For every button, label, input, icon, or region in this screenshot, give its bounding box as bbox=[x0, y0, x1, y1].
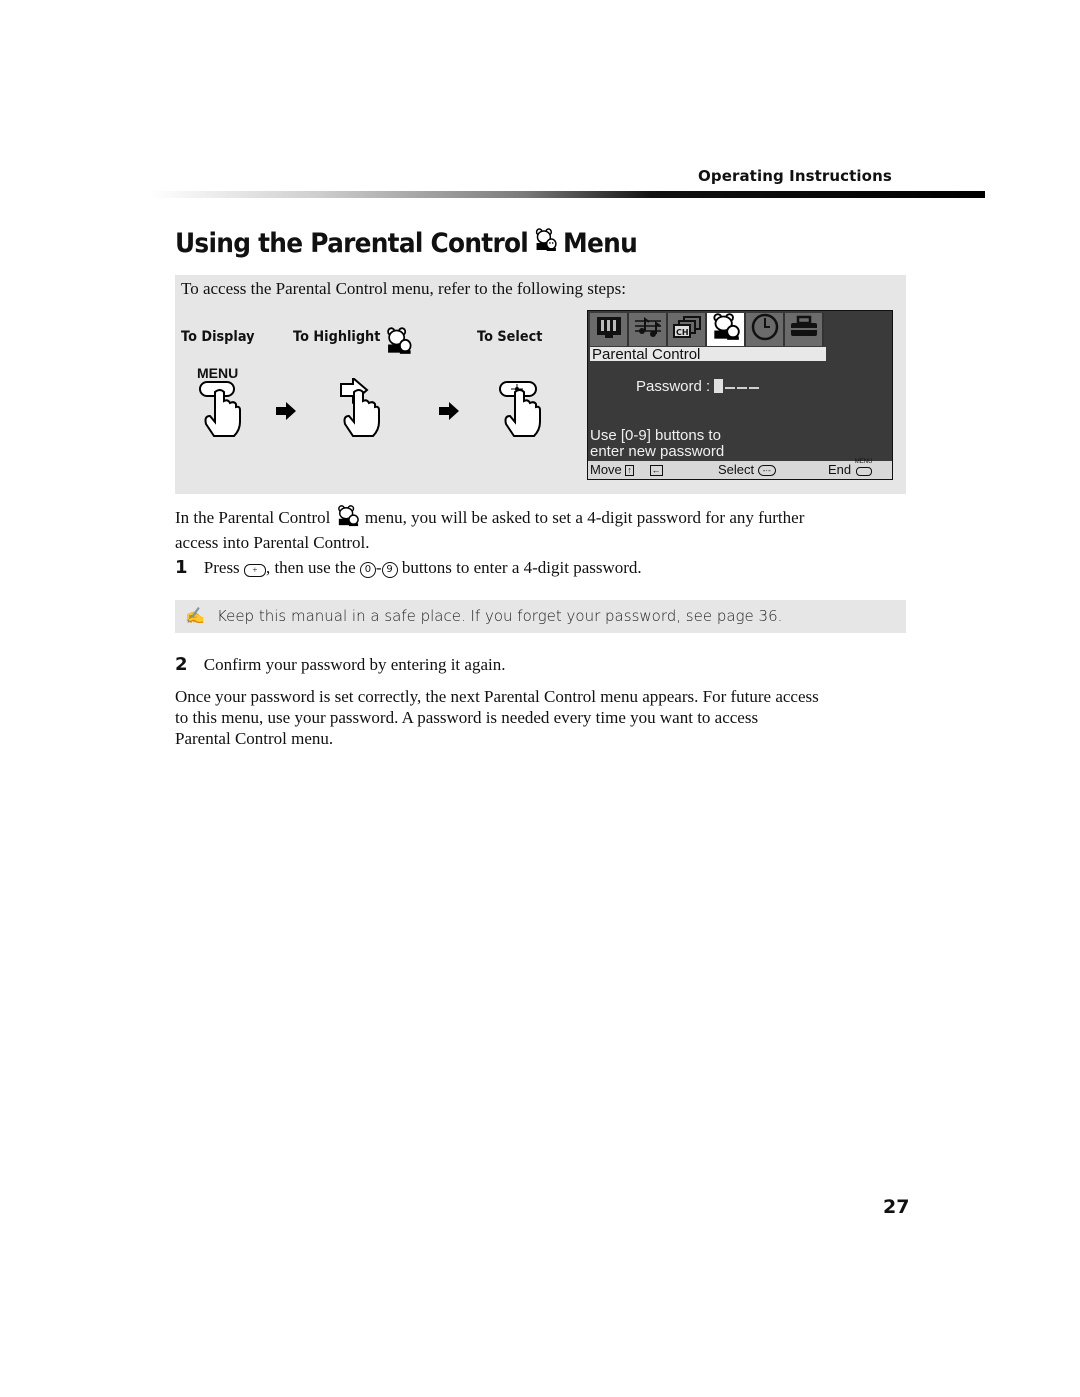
step-label-highlight: To Highlight bbox=[293, 327, 413, 359]
step-1: 1 Press +, then use the 0-9 buttons to e… bbox=[175, 557, 642, 578]
page-title: Using the Parental Control Menu bbox=[175, 228, 638, 259]
up-arrow-icon: ↑ bbox=[625, 465, 634, 476]
digit-9-button-icon: 9 bbox=[381, 562, 398, 578]
menu-button-icon: MENU bbox=[854, 459, 873, 477]
video-icon bbox=[595, 315, 623, 344]
page-number: 27 bbox=[883, 1196, 910, 1218]
menu-button-text: MENU bbox=[854, 459, 873, 465]
password-label: Password : bbox=[636, 378, 711, 395]
step1-text-c: buttons to enter a 4-digit password. bbox=[401, 558, 642, 577]
note-pencil-icon: ✍ bbox=[185, 608, 205, 625]
step-2: 2 Confirm your password by entering it a… bbox=[175, 654, 505, 675]
osd-tab-parental-control[interactable] bbox=[707, 313, 746, 346]
enter-button-icon: + bbox=[243, 564, 266, 577]
right-arrow-icon bbox=[276, 402, 296, 425]
channel-icon: CH bbox=[672, 315, 702, 344]
password-digit-slot bbox=[725, 387, 736, 389]
parental-control-icon bbox=[710, 313, 742, 346]
password-digit-slot bbox=[737, 387, 748, 389]
step-label-highlight-text: To Highlight bbox=[293, 329, 381, 345]
move-label: Move bbox=[590, 462, 622, 477]
osd-tab-timer[interactable] bbox=[746, 313, 785, 346]
osd-help-line1: Use [0-9] buttons to bbox=[590, 427, 721, 444]
osd-footer-select: Select -·- bbox=[718, 461, 776, 479]
digit-0-button-icon: 0 bbox=[359, 562, 376, 578]
select-label: Select bbox=[718, 462, 755, 477]
title-text: Using the Parental Control bbox=[175, 228, 529, 259]
password-cursor bbox=[714, 379, 724, 393]
timer-clock-icon bbox=[751, 313, 779, 346]
step2-text: Confirm your password by entering it aga… bbox=[203, 655, 506, 674]
osd-help-line2: enter new password bbox=[590, 443, 725, 460]
osd-screen: CH Parental Control Password : Use [0-9]… bbox=[587, 310, 893, 480]
para2-line1: Once your password is set correctly, the… bbox=[175, 687, 819, 706]
step1-text-a: Press bbox=[203, 558, 240, 577]
menu-button-label: MENU bbox=[197, 365, 239, 381]
parental-control-bears-icon bbox=[384, 327, 413, 359]
password-digit-slot bbox=[749, 387, 760, 389]
osd-tab-setup[interactable] bbox=[785, 313, 824, 346]
osd-footer: Move ↑ ← Select -·- End MENU bbox=[588, 459, 892, 479]
paragraph-closing: Once your password is set correctly, the… bbox=[175, 686, 915, 749]
hand-press-arrow-button-icon bbox=[337, 375, 383, 445]
osd-menu-title: Parental Control bbox=[590, 347, 826, 362]
osd-password-field[interactable]: Password : bbox=[636, 378, 760, 395]
header-rule bbox=[150, 191, 985, 198]
osd-tab-audio[interactable] bbox=[629, 313, 668, 346]
title-text-menu: Menu bbox=[563, 228, 638, 259]
step-number: 1 bbox=[175, 557, 188, 578]
select-button-icon: -·- bbox=[757, 465, 776, 476]
setup-icon bbox=[789, 315, 819, 344]
paragraph-intro: In the Parental Control menu, you will b… bbox=[175, 505, 915, 553]
step-label-display: To Display bbox=[181, 329, 255, 345]
osd-help-text: Use [0-9] buttons to enter new password bbox=[590, 428, 724, 460]
svg-text:CH: CH bbox=[676, 328, 689, 337]
end-label: End bbox=[828, 462, 852, 477]
parental-control-bears-icon bbox=[335, 505, 361, 532]
para1-text-end: menu, you will be asked to set a 4-digit… bbox=[364, 508, 805, 527]
osd-footer-move: Move ↑ ← bbox=[590, 461, 663, 479]
note-text: Keep this manual in a safe place. If you… bbox=[217, 607, 783, 625]
osd-tab-channel[interactable]: CH bbox=[668, 313, 707, 346]
panel-intro: To access the Parental Control menu, ref… bbox=[181, 279, 626, 298]
note-box: ✍ Keep this manual in a safe place. If y… bbox=[175, 600, 906, 633]
section-label: Operating Instructions bbox=[698, 167, 892, 185]
hand-press-menu-button-icon bbox=[198, 380, 244, 445]
osd-footer-end: End MENU bbox=[828, 459, 873, 479]
menu-button-shape bbox=[855, 467, 872, 476]
audio-icon bbox=[633, 315, 663, 344]
step-number: 2 bbox=[175, 654, 188, 675]
right-arrow-icon bbox=[439, 402, 459, 425]
para1-text-start: In the Parental Control bbox=[175, 508, 331, 527]
step1-text-b: , then use the bbox=[265, 558, 356, 577]
left-arrow-icon: ← bbox=[649, 465, 663, 476]
parental-control-bears-icon bbox=[534, 228, 558, 259]
para1-line2: access into Parental Control. bbox=[175, 533, 370, 552]
para2-line2: to this menu, use your password. A passw… bbox=[175, 708, 759, 727]
hand-press-select-button-icon bbox=[496, 380, 544, 445]
step-label-select: To Select bbox=[477, 329, 543, 345]
osd-tab-bar: CH bbox=[590, 313, 824, 346]
para2-line3: Parental Control menu. bbox=[175, 729, 334, 748]
osd-tab-video[interactable] bbox=[590, 313, 629, 346]
